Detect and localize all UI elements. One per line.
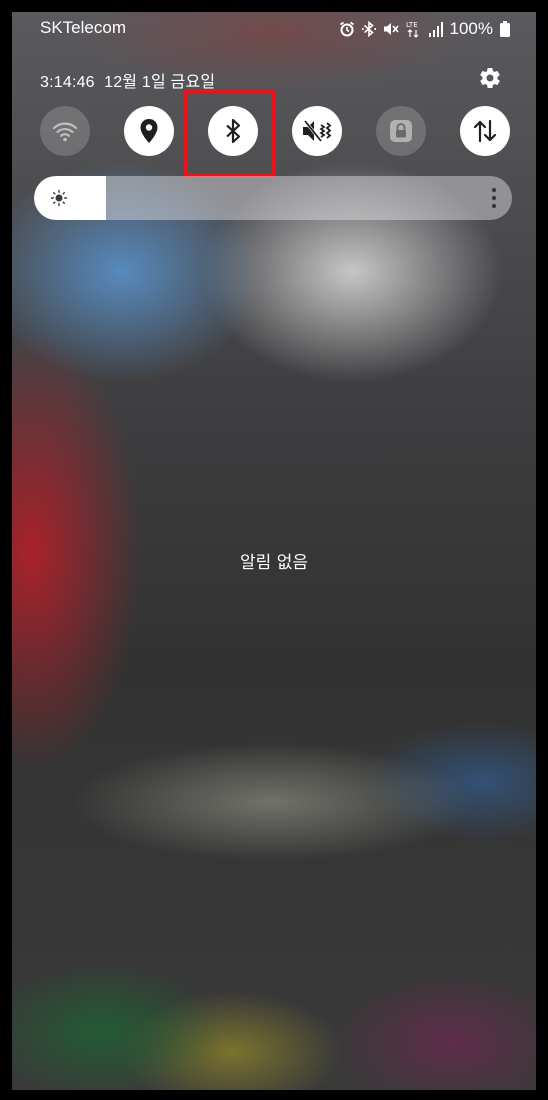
settings-button[interactable]: [478, 66, 502, 90]
location-pin-icon: [140, 119, 158, 143]
bluetooth-status-icon: [361, 21, 376, 37]
battery-icon: [500, 21, 510, 37]
alarm-icon: [339, 21, 355, 37]
sun-icon: [50, 189, 68, 207]
data-transfer-icon: [473, 119, 497, 143]
status-bar: SKTelecom LTE 100%: [12, 12, 536, 48]
wifi-icon: [52, 122, 78, 142]
clock-time: 3:14:46: [40, 74, 95, 91]
mute-icon: [383, 21, 399, 37]
lte-label: LTE: [406, 21, 418, 29]
mute-vibrate-icon: [303, 120, 332, 142]
mobile-data-toggle[interactable]: [460, 106, 510, 156]
screen-lock-toggle[interactable]: [376, 106, 426, 156]
status-icons: LTE 100%: [339, 18, 510, 40]
location-toggle[interactable]: [124, 106, 174, 156]
brightness-slider[interactable]: [34, 176, 512, 220]
device-frame: SKTelecom LTE 100% 3:14:46 12월 1일 금요일 알림…: [0, 0, 548, 1100]
sound-mode-toggle[interactable]: [292, 106, 342, 156]
lock-icon: [390, 120, 412, 142]
more-vertical-icon[interactable]: [490, 186, 498, 210]
wifi-toggle[interactable]: [40, 106, 90, 156]
gear-icon: [480, 68, 500, 89]
date-time: 3:14:46 12월 1일 금요일: [40, 68, 215, 92]
carrier-name: SKTelecom: [40, 18, 126, 37]
bluetooth-highlight-box: [184, 90, 276, 178]
date-label: 12월 1일 금요일: [104, 74, 216, 91]
signal-icon: [428, 21, 443, 37]
lte-data-icon: LTE: [406, 20, 422, 38]
notification-shade: SKTelecom LTE 100% 3:14:46 12월 1일 금요일 알림…: [12, 12, 536, 1090]
no-notifications-text: 알림 없음: [240, 553, 308, 573]
brightness-fill: [34, 176, 106, 220]
battery-percent: 100%: [449, 19, 493, 38]
